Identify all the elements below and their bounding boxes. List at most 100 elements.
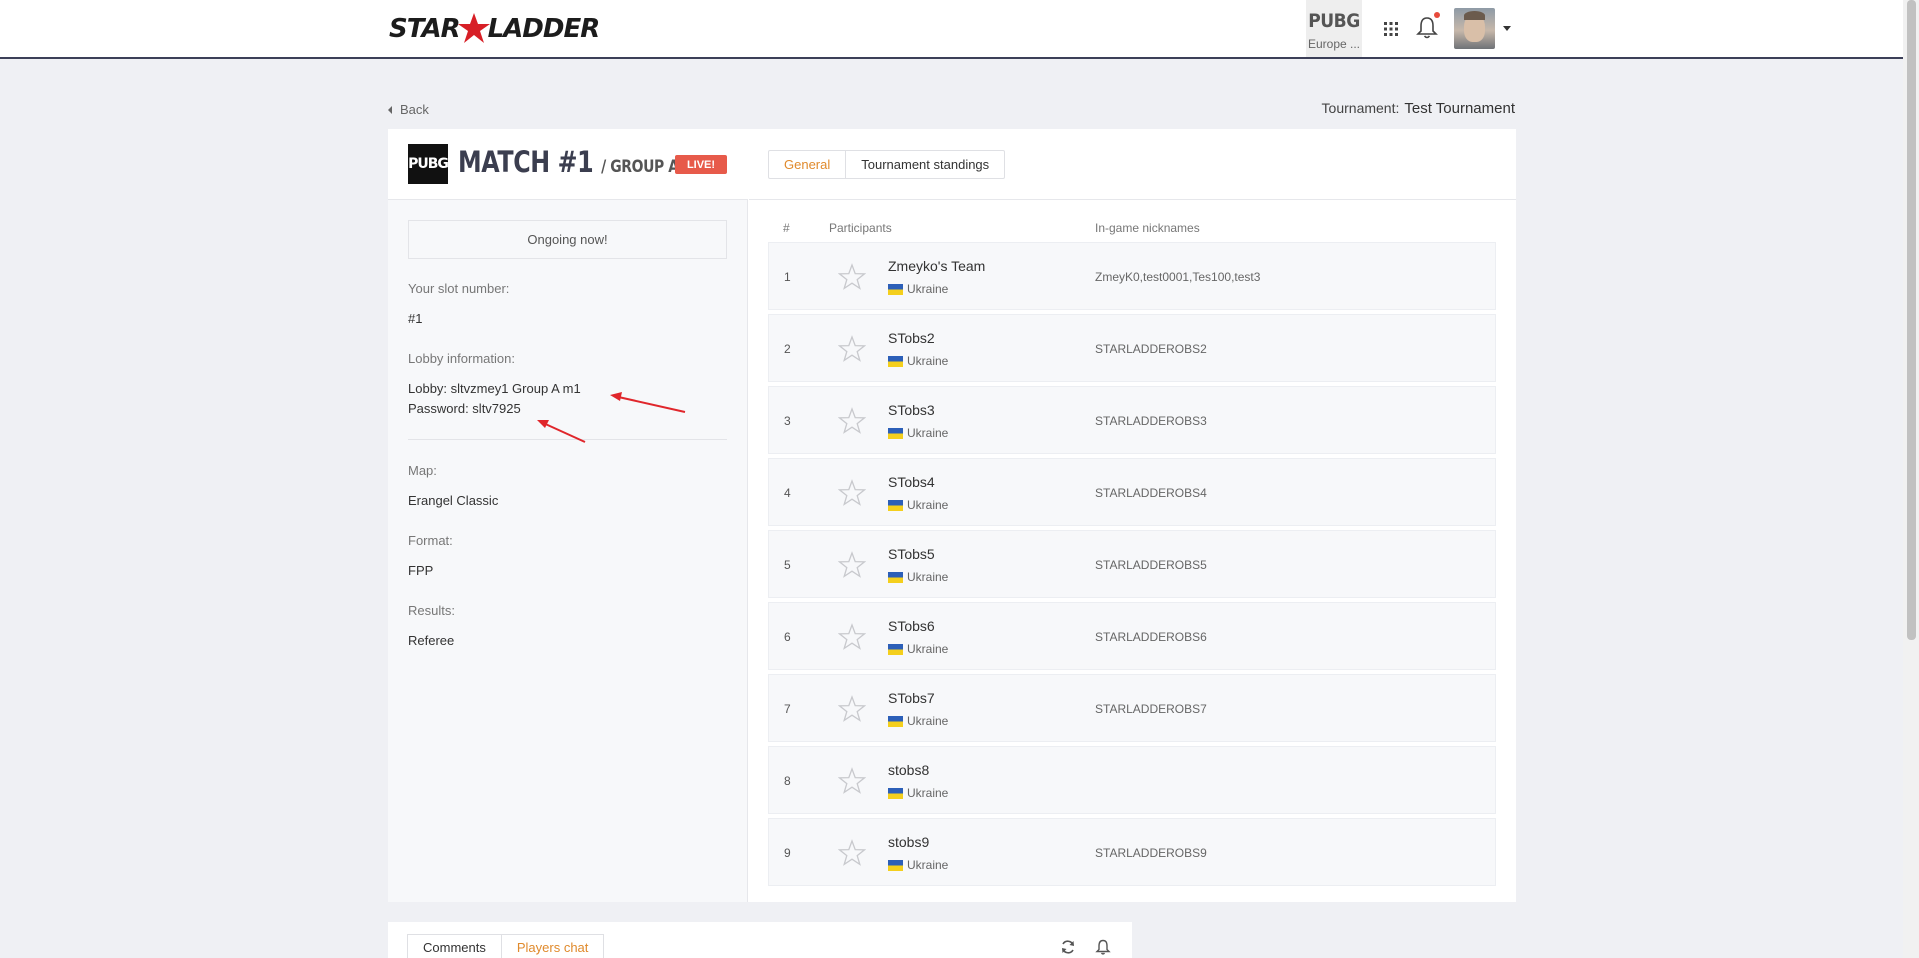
ukraine-flag-icon: [888, 643, 903, 655]
tab-players-chat[interactable]: Players chat: [502, 935, 604, 958]
tab-general[interactable]: General: [769, 151, 847, 178]
map-value: Erangel Classic: [408, 493, 499, 508]
format-label: Format:: [408, 533, 453, 548]
team-name[interactable]: STobs2: [888, 330, 935, 346]
ingame-nicknames: STARLADDEROBS3: [1095, 414, 1207, 428]
table-row[interactable]: 4 STobs4 Ukraine STARLADDEROBS4: [768, 458, 1496, 526]
avatar-hair: [1464, 11, 1485, 20]
team-country: Ukraine: [888, 786, 948, 800]
team-name[interactable]: STobs6: [888, 618, 935, 634]
logo-text-right: LADDER: [487, 14, 601, 44]
match-tabs: General Tournament standings: [768, 150, 1006, 179]
ukraine-flag-icon: [888, 427, 903, 439]
country-name: Ukraine: [907, 642, 949, 656]
team-name[interactable]: stobs8: [888, 762, 929, 778]
tabs-divider: [749, 199, 1516, 200]
star-icon[interactable]: [838, 767, 866, 795]
ingame-nicknames: STARLADDEROBS7: [1095, 702, 1207, 716]
chat-bell-icon[interactable]: [1095, 939, 1111, 955]
tournament-label: Tournament:: [1321, 100, 1400, 116]
refresh-icon[interactable]: [1060, 939, 1076, 955]
row-number: 4: [784, 486, 791, 500]
row-number: 8: [784, 774, 791, 788]
match-info-panel: PUBG MATCH #1 / GROUP A LIVE! Ongoing no…: [388, 129, 748, 902]
ukraine-flag-icon: [888, 715, 903, 727]
tab-comments[interactable]: Comments: [408, 935, 502, 958]
table-row[interactable]: 2 STobs2 Ukraine STARLADDEROBS2: [768, 314, 1496, 382]
team-name[interactable]: STobs7: [888, 690, 935, 706]
ingame-nicknames: STARLADDEROBS5: [1095, 558, 1207, 572]
scrollbar-thumb[interactable]: [1907, 0, 1916, 640]
row-number: 6: [784, 630, 791, 644]
team-country: Ukraine: [888, 858, 948, 872]
annotation-arrow-password: [537, 420, 586, 443]
logo-star-icon: [457, 13, 490, 43]
team-country: Ukraine: [888, 282, 948, 296]
annotation-arrow-lobby: [610, 392, 686, 413]
top-navbar: STAR LADDER PUBG Europe ...: [0, 0, 1903, 59]
star-icon[interactable]: [838, 551, 866, 579]
table-row[interactable]: 5 STobs5 Ukraine STARLADDEROBS5: [768, 530, 1496, 598]
tab-tournament-standings[interactable]: Tournament standings: [846, 151, 1004, 178]
row-number: 2: [784, 342, 791, 356]
country-name: Ukraine: [907, 354, 949, 368]
chat-card: Comments Players chat: [388, 922, 1132, 958]
country-name: Ukraine: [907, 426, 949, 440]
star-icon[interactable]: [838, 479, 866, 507]
chat-tabs: Comments Players chat: [407, 934, 605, 958]
caret-down-icon[interactable]: [1503, 26, 1511, 31]
star-icon[interactable]: [838, 623, 866, 651]
bell-icon[interactable]: [1416, 16, 1438, 40]
team-name[interactable]: stobs9: [888, 834, 929, 850]
game-name: PUBG: [1308, 10, 1360, 32]
ukraine-flag-icon: [888, 355, 903, 367]
starladder-logo[interactable]: STAR LADDER: [389, 9, 601, 49]
ukraine-flag-icon: [888, 787, 903, 799]
team-name[interactable]: STobs3: [888, 402, 935, 418]
table-row[interactable]: 3 STobs3 Ukraine STARLADDEROBS3: [768, 386, 1496, 454]
annotation-arrows: [537, 392, 686, 443]
country-name: Ukraine: [907, 858, 949, 872]
format-value: FPP: [408, 563, 434, 578]
team-name[interactable]: STobs4: [888, 474, 935, 490]
country-name: Ukraine: [907, 786, 949, 800]
apps-grid-icon[interactable]: [1383, 21, 1399, 37]
country-name: Ukraine: [907, 498, 949, 512]
notification-dot: [1434, 12, 1440, 18]
row-number: 3: [784, 414, 791, 428]
table-row[interactable]: 7 STobs7 Ukraine STARLADDEROBS7: [768, 674, 1496, 742]
table-row[interactable]: 8 stobs8 Ukraine: [768, 746, 1496, 814]
star-icon[interactable]: [838, 695, 866, 723]
team-country: Ukraine: [888, 426, 948, 440]
ingame-nicknames: STARLADDEROBS9: [1095, 846, 1207, 860]
team-country: Ukraine: [888, 570, 948, 584]
star-icon[interactable]: [838, 263, 866, 291]
star-icon[interactable]: [838, 335, 866, 363]
row-number: 1: [784, 270, 791, 284]
table-row[interactable]: 1 Zmeyko's Team Ukraine ZmeyK0,test0001,Tes…: [768, 242, 1496, 310]
back-label: Back: [400, 102, 429, 117]
results-value: Referee: [408, 633, 455, 648]
ukraine-flag-icon: [888, 283, 903, 295]
tournament-info: Tournament: Test Tournament: [1322, 100, 1515, 117]
ukraine-flag-icon: [888, 571, 903, 583]
logo-text-left: STAR: [389, 14, 461, 44]
page-scrollbar[interactable]: [1903, 0, 1919, 958]
game-region-switcher[interactable]: PUBG Europe ...: [1306, 0, 1362, 57]
tournament-name[interactable]: Test Tournament: [1404, 100, 1515, 117]
results-label: Results:: [408, 603, 455, 618]
region-name: Europe ...: [1307, 37, 1361, 51]
team-name[interactable]: Zmeyko's Team: [888, 258, 985, 274]
country-name: Ukraine: [907, 714, 949, 728]
col-header-participants: Participants: [829, 221, 892, 235]
team-country: Ukraine: [888, 642, 948, 656]
match-card: PUBG MATCH #1 / GROUP A LIVE! Ongoing no…: [388, 129, 1516, 902]
user-avatar[interactable]: [1454, 8, 1495, 49]
team-name[interactable]: STobs5: [888, 546, 935, 562]
star-icon[interactable]: [838, 407, 866, 435]
table-row[interactable]: 6 STobs6 Ukraine STARLADDEROBS6: [768, 602, 1496, 670]
back-link[interactable]: Back: [388, 102, 429, 117]
star-icon[interactable]: [838, 839, 866, 867]
ingame-nicknames: STARLADDEROBS6: [1095, 630, 1207, 644]
table-row[interactable]: 9 stobs9 Ukraine STARLADDEROBS9: [768, 818, 1496, 886]
